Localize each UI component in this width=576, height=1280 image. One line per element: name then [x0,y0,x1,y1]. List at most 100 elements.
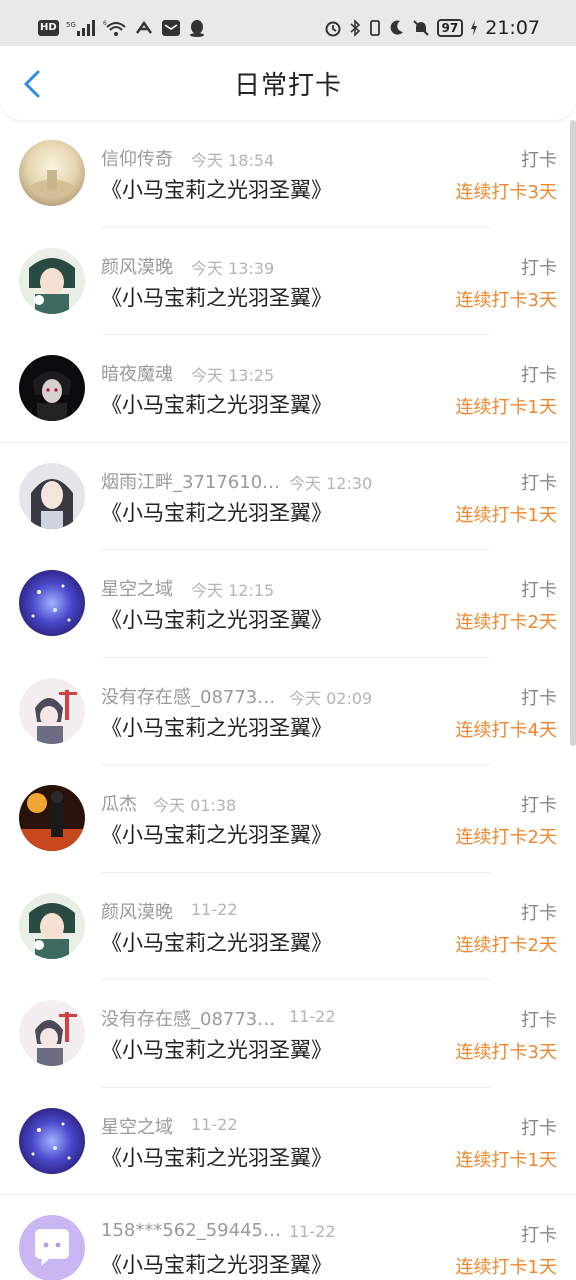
signal-5g-icon: 5G [66,18,96,38]
checkin-time: 今天 13:25 [191,366,275,385]
checkin-label: 打卡 [521,1010,557,1031]
avatar[interactable] [19,570,85,636]
streak-label: 连续打卡3天 [455,1042,557,1063]
status-time: 21:07 [485,17,540,39]
avatar[interactable] [19,140,85,206]
work-title[interactable]: 《小马宝莉之光羽圣翼》 [101,712,332,742]
work-title[interactable]: 《小马宝莉之光羽圣翼》 [101,927,332,957]
charging-icon [470,18,478,38]
svg-text:6: 6 [103,20,107,27]
username[interactable]: 暗夜魔魂 [101,360,173,386]
streak-label: 连续打卡1天 [455,1149,557,1171]
alarm-icon [324,18,342,38]
page-title: 日常打卡 [233,70,342,101]
username[interactable]: 颜风漠晚 [101,898,173,924]
work-title[interactable]: 《小马宝莉之光羽圣翼》 [101,282,332,312]
username[interactable]: 没有存在感_08773… [101,1005,275,1031]
list-item[interactable]: 星空之域 11-22 《小马宝莉之光羽圣翼》 打卡 连续打卡1天 [0,1088,576,1195]
list-item[interactable]: 星空之域 今天 12:15 《小马宝莉之光羽圣翼》 打卡 连续打卡2天 [0,550,576,658]
mute-bell-icon [412,18,430,38]
checkin-time: 今天 12:15 [191,581,275,600]
list-item[interactable]: 烟雨江畔_3717610… 今天 12:30 《小马宝莉之光羽圣翼》 打卡 连续… [0,443,576,550]
username[interactable]: 瓜杰 [101,790,137,816]
checkin-label: 打卡 [521,902,557,924]
list-item[interactable]: 暗夜魔魂 今天 13:25 《小马宝莉之光羽圣翼》 打卡 连续打卡1天 [0,335,576,443]
checkin-time: 今天 02:09 [289,688,373,708]
checkin-label: 打卡 [521,1225,557,1246]
wifi-icon: 6 [103,18,127,38]
checkin-label: 打卡 [521,150,557,171]
username[interactable]: 没有存在感_08773… [101,683,275,709]
list-item[interactable]: 瓜杰 今天 01:38 《小马宝莉之光羽圣翼》 打卡 连续打卡2天 [0,765,576,873]
checkin-label: 打卡 [521,580,557,601]
streak-label: 连续打卡3天 [455,289,557,311]
streak-label: 连续打卡1天 [455,504,557,526]
battery-icon: 97 [436,19,464,37]
username[interactable]: 颜风漠晚 [101,253,173,279]
checkin-label: 打卡 [521,365,557,386]
checkin-time: 11-22 [191,1114,238,1134]
checkin-label: 打卡 [521,687,557,709]
avatar[interactable] [19,892,85,959]
checkin-time: 11-22 [289,1222,336,1241]
work-title[interactable]: 《小马宝莉之光羽圣翼》 [101,389,332,419]
list-item[interactable]: 158***562_59445… 11-22 《小马宝莉之光羽圣翼》 打卡 连续… [0,1195,576,1280]
username[interactable]: 信仰传奇 [101,145,173,171]
streak-label: 连续打卡1天 [455,397,557,418]
checkin-time: 今天 12:30 [289,473,373,493]
checkin-time: 今天 13:39 [191,258,275,278]
moon-icon [389,18,405,38]
list-item[interactable]: 信仰传奇 今天 18:54 《小马宝莉之光羽圣翼》 打卡 连续打卡3天 [0,120,576,228]
streak-label: 连续打卡4天 [455,719,557,741]
list-item[interactable]: 颜风漠晚 今天 13:39 《小马宝莉之光羽圣翼》 打卡 连续打卡3天 [0,228,576,335]
work-title[interactable]: 《小马宝莉之光羽圣翼》 [101,174,332,204]
work-title[interactable]: 《小马宝莉之光羽圣翼》 [101,604,332,634]
username[interactable]: 星空之域 [101,575,173,601]
avatar[interactable] [19,462,85,529]
svg-text:5G: 5G [66,21,76,29]
work-title[interactable]: 《小马宝莉之光羽圣翼》 [101,1249,332,1279]
work-title[interactable]: 《小马宝莉之光羽圣翼》 [101,1034,332,1064]
vibrate-icon [368,18,382,38]
streak-label: 连续打卡2天 [455,934,557,956]
back-button[interactable] [18,68,46,100]
username[interactable]: 烟雨江畔_3717610… [101,468,280,494]
username[interactable]: 158***562_59445… [101,1220,281,1241]
list-item[interactable]: 没有存在感_08773… 今天 02:09 《小马宝莉之光羽圣翼》 打卡 连续打… [0,658,576,765]
status-bar-left: HD 5G 6 [38,18,206,38]
checkin-time: 今天 18:54 [191,151,275,170]
avatar[interactable] [19,1000,85,1066]
checkin-list[interactable]: 信仰传奇 今天 18:54 《小马宝莉之光羽圣翼》 打卡 连续打卡3天 颜风漠晚… [0,120,576,1280]
page-header: 日常打卡 [0,46,576,120]
checkin-label: 打卡 [521,257,557,279]
qq-icon [188,18,206,38]
streak-label: 连续打卡1天 [455,1257,557,1278]
username[interactable]: 星空之域 [101,1113,173,1139]
chevron-left-icon [24,70,40,98]
app-icon [134,18,154,38]
avatar[interactable] [19,355,85,421]
checkin-time: 11-22 [289,1007,336,1026]
bluetooth-icon [349,18,361,38]
avatar[interactable] [19,1215,85,1280]
checkin-time: 今天 01:38 [153,796,237,815]
avatar[interactable] [19,1107,85,1174]
mail-icon [161,18,181,38]
work-title[interactable]: 《小马宝莉之光羽圣翼》 [101,819,332,849]
avatar[interactable] [19,785,85,851]
scrollbar[interactable] [570,120,576,746]
avatar[interactable] [19,677,85,744]
avatar[interactable] [19,247,85,314]
status-bar-right: 97 21:07 [324,17,540,39]
streak-label: 连续打卡2天 [455,612,557,633]
streak-label: 连续打卡3天 [455,182,557,203]
checkin-label: 打卡 [521,472,557,494]
hd-icon: HD [38,20,59,36]
checkin-time: 11-22 [191,899,238,919]
list-item[interactable]: 颜风漠晚 11-22 《小马宝莉之光羽圣翼》 打卡 连续打卡2天 [0,873,576,980]
work-title[interactable]: 《小马宝莉之光羽圣翼》 [101,1142,332,1172]
checkin-label: 打卡 [521,795,557,816]
work-title[interactable]: 《小马宝莉之光羽圣翼》 [101,497,332,527]
checkin-label: 打卡 [521,1117,557,1139]
list-item[interactable]: 没有存在感_08773… 11-22 《小马宝莉之光羽圣翼》 打卡 连续打卡3天 [0,980,576,1088]
